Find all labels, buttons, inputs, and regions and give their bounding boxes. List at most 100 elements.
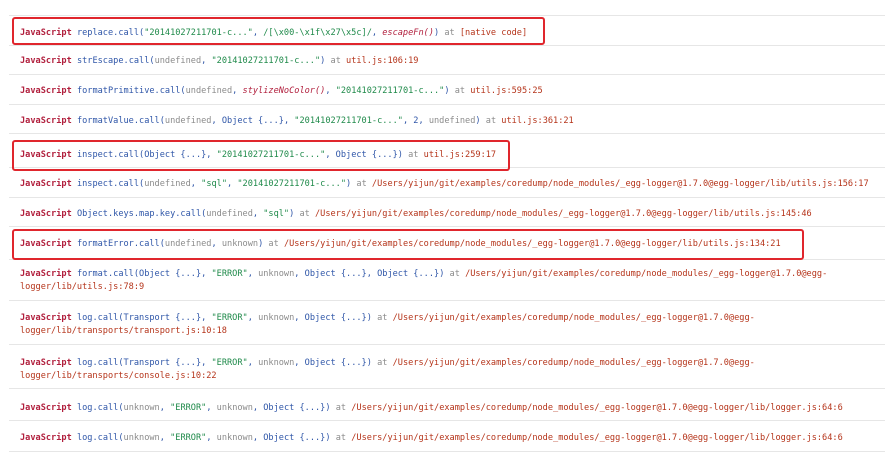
stack-frame-row[interactable]: JavaScript replace.call("20141027211701-… xyxy=(0,27,893,40)
call-argument: "sql" xyxy=(263,209,290,219)
arg-punctuation: , xyxy=(252,28,264,38)
call-argument: Object {...} xyxy=(139,269,202,279)
call-token: .call( xyxy=(113,28,145,38)
stack-frame-row[interactable]: JavaScript formatError.call(undefined, u… xyxy=(0,238,893,251)
function-name: log xyxy=(76,403,93,413)
call-argument: "sql" xyxy=(201,179,228,189)
row-divider xyxy=(9,451,885,452)
arg-punctuation: , xyxy=(325,150,336,160)
call-token: .call( xyxy=(133,116,165,126)
function-name: log xyxy=(76,358,93,368)
call-argument: undefined xyxy=(154,56,202,66)
call-argument: "20141027211701-c..." xyxy=(237,179,347,189)
call-argument: unknown xyxy=(258,358,295,368)
row-divider xyxy=(9,420,885,421)
call-argument: unknown xyxy=(216,433,253,443)
frame-language: JavaScript xyxy=(20,28,72,38)
arg-punctuation: , xyxy=(294,313,305,323)
arg-punctuation: , xyxy=(252,403,264,413)
source-location: /Users/yijun/git/examples/coredump/node_… xyxy=(392,313,755,323)
source-location: /Users/yijun/git/examples/coredump/node_… xyxy=(392,358,755,368)
stack-frame-row[interactable]: JavaScript format.call(Object {...}, "ER… xyxy=(0,268,893,294)
stack-frame-row[interactable]: JavaScript log.call(Transport {...}, "ER… xyxy=(0,357,893,383)
arg-punctuation: , xyxy=(206,433,217,443)
arg-punctuation: , xyxy=(159,433,171,443)
stack-frame-row[interactable]: JavaScript formatPrimitive.call(undefine… xyxy=(0,85,893,98)
row-divider xyxy=(9,133,885,134)
source-location: /Users/yijun/git/examples/coredump/node_… xyxy=(315,209,812,219)
stack-frame-row[interactable]: JavaScript log.call(unknown, "ERROR", un… xyxy=(0,432,893,445)
frame-language: JavaScript xyxy=(20,86,72,96)
frame-language: JavaScript xyxy=(20,313,72,323)
row-divider xyxy=(9,15,885,16)
arg-punctuation: , xyxy=(232,86,243,96)
at-keyword: at xyxy=(330,403,352,413)
row-divider xyxy=(9,259,885,260)
arg-punctuation: , 2, xyxy=(402,116,429,126)
row-divider xyxy=(9,197,885,198)
at-keyword: at xyxy=(449,86,471,96)
call-argument: "ERROR" xyxy=(211,313,248,323)
arg-punctuation: , xyxy=(325,86,336,96)
function-name: log xyxy=(76,433,93,443)
frame-language: JavaScript xyxy=(20,56,72,66)
source-location: util.js:259:17 xyxy=(423,150,497,160)
arg-punctuation: , xyxy=(201,56,212,66)
source-location: [native code] xyxy=(459,28,528,38)
call-token: .call( xyxy=(92,433,124,443)
call-argument: undefined xyxy=(164,239,212,249)
arg-punctuation: , xyxy=(294,269,305,279)
row-divider xyxy=(9,74,885,75)
call-argument: "20141027211701-c..." xyxy=(294,116,403,126)
row-divider xyxy=(9,300,885,301)
at-keyword: at xyxy=(263,239,284,249)
row-divider xyxy=(9,167,885,168)
stack-frame-row[interactable]: JavaScript strEscape.call(undefined, "20… xyxy=(0,55,893,68)
function-name: log xyxy=(76,313,93,323)
frame-language: JavaScript xyxy=(20,239,72,249)
call-argument: Object {...} xyxy=(263,403,326,413)
arg-punctuation: , xyxy=(206,150,217,160)
source-location-continued: logger/lib/transports/transport.js:10:18 xyxy=(20,326,227,336)
at-keyword: at xyxy=(444,269,466,279)
call-argument: Transport {...} xyxy=(123,313,202,323)
call-argument: unknown xyxy=(221,239,259,249)
source-location: util.js:106:19 xyxy=(346,56,419,66)
frame-language: JavaScript xyxy=(20,116,72,126)
arg-punctuation: , xyxy=(211,239,222,249)
arg-punctuation: , xyxy=(159,403,171,413)
call-argument: "20141027211701-c..." xyxy=(144,28,253,38)
call-argument: "ERROR" xyxy=(170,403,207,413)
call-token: .call( xyxy=(154,86,186,96)
arg-punctuation: , xyxy=(227,179,238,189)
stack-frame-row[interactable]: JavaScript log.call(unknown, "ERROR", un… xyxy=(0,402,893,415)
stack-frame-row[interactable]: JavaScript inspect.call(undefined, "sql"… xyxy=(0,178,893,191)
call-argument: "20141027211701-c..." xyxy=(335,86,445,96)
at-keyword: at xyxy=(439,28,460,38)
frame-language: JavaScript xyxy=(20,358,72,368)
arg-punctuation: , xyxy=(201,358,212,368)
frame-language: JavaScript xyxy=(20,179,72,189)
arg-punctuation: , xyxy=(252,433,264,443)
call-argument: Object {...} xyxy=(263,433,326,443)
function-name: formatPrimitive xyxy=(76,86,155,96)
call-argument: unknown xyxy=(216,403,253,413)
call-token: .call( xyxy=(123,56,155,66)
stack-frame-row[interactable]: JavaScript formatValue.call(undefined, O… xyxy=(0,115,893,128)
arg-punctuation: , xyxy=(294,358,305,368)
source-location: /Users/yijun/git/examples/coredump/node_… xyxy=(351,403,843,413)
call-argument: "20141027211701-c..." xyxy=(211,56,321,66)
arg-punctuation: , xyxy=(371,28,383,38)
stack-frame-row[interactable]: JavaScript Object.keys.map.key.call(unde… xyxy=(0,208,893,221)
source-location: /Users/yijun/git/examples/coredump/node_… xyxy=(351,433,843,443)
stack-frame-row[interactable]: JavaScript log.call(Transport {...}, "ER… xyxy=(0,312,893,338)
arg-punctuation: , xyxy=(247,313,259,323)
at-keyword: at xyxy=(330,433,352,443)
function-name: formatError xyxy=(76,239,134,249)
arg-punctuation: , xyxy=(211,116,222,126)
at-keyword: at xyxy=(325,56,347,66)
arg-punctuation: , xyxy=(201,313,212,323)
stack-frame-row[interactable]: JavaScript inspect.call(Object {...}, "2… xyxy=(0,149,893,162)
call-argument: Object {...} xyxy=(304,269,367,279)
call-token: .call( xyxy=(133,239,165,249)
